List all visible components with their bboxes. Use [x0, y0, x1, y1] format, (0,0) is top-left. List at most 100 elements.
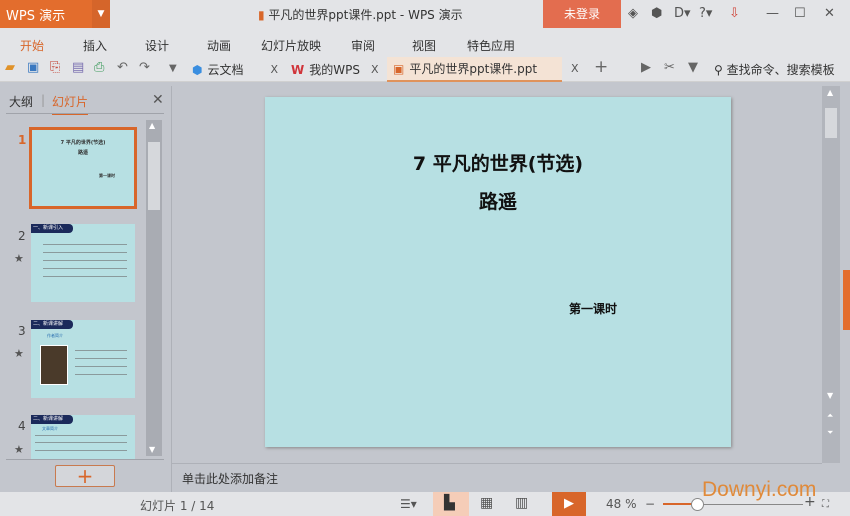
menu-design[interactable]: 设计	[145, 37, 169, 54]
skin-icon[interactable]: ◈	[628, 6, 638, 21]
close-tab-icon[interactable]: X	[371, 63, 379, 76]
thumb-subtitle: 文章简介	[42, 426, 58, 431]
scroll-thumb[interactable]	[148, 142, 160, 210]
help-icon[interactable]: ?▾	[699, 6, 712, 21]
slide-canvas[interactable]: 7 平凡的世界(节选) 路遥 第一课时	[265, 97, 731, 447]
save-icon[interactable]: ▣	[27, 60, 39, 75]
export-pdf-icon[interactable]: ⎘	[50, 60, 60, 75]
menu-review[interactable]: 审阅	[351, 37, 375, 54]
thumb-header: 二、新课讲解	[31, 320, 73, 329]
cloud-icon: ⬢	[192, 62, 203, 77]
thumb-header: 二、新课讲解	[31, 415, 73, 424]
close-tab-icon[interactable]: X	[571, 62, 579, 75]
zoom-out-icon[interactable]: −	[645, 497, 655, 511]
close-panel-icon[interactable]: ✕	[152, 92, 164, 108]
add-slide-button[interactable]: +	[55, 465, 115, 487]
slide-sorter-icon[interactable]: ▦	[480, 495, 493, 511]
settings-icon[interactable]: ⬢	[651, 6, 662, 21]
scroll-up-icon[interactable]: ▲	[827, 88, 833, 97]
scroll-thumb[interactable]	[825, 108, 837, 138]
tab-label: 云文档	[207, 63, 244, 77]
chevron-down-icon[interactable]: ▼	[92, 0, 110, 28]
scroll-up-icon[interactable]: ▲	[149, 121, 155, 130]
window-title: ▮ 平凡的世界ppt课件.ppt - WPS 演示	[258, 6, 463, 23]
tab-my-wps[interactable]: W 我的WPS X	[285, 57, 385, 82]
search-icon: ⚲	[714, 63, 727, 77]
close-icon[interactable]: ✕	[824, 6, 835, 21]
menu-slideshow[interactable]: 幻灯片放映	[261, 37, 321, 54]
menu-special[interactable]: 特色应用	[467, 37, 515, 54]
menu-insert[interactable]: 插入	[83, 37, 107, 54]
thumb-lesson: 第一课时	[99, 173, 115, 178]
slide-thumb-3[interactable]: 二、新课讲解 作者简介	[31, 320, 135, 398]
notes-toggle-icon[interactable]: ☰▾	[400, 497, 417, 511]
thumb-title: 7 平凡的世界(节选)	[60, 140, 106, 146]
more-dropdown-icon[interactable]: ▼	[169, 63, 177, 74]
slide-counter: 幻灯片 1 / 14	[140, 499, 215, 513]
tab-slides[interactable]: 幻灯片	[52, 93, 89, 115]
minimize-icon[interactable]: —	[766, 6, 779, 21]
zoom-level: 48 %	[606, 497, 637, 511]
thumbs-scrollbar[interactable]: ▲ ▼	[146, 120, 162, 456]
prev-slide-icon[interactable]: ⏶	[827, 411, 833, 421]
slide-lesson[interactable]: 第一课时	[569, 300, 617, 317]
scroll-down-icon[interactable]: ▼	[827, 391, 833, 400]
wps-menu-button[interactable]: WPS 演示 ▼	[0, 0, 110, 28]
slide-author[interactable]: 路遥	[265, 187, 731, 214]
ppt-file-icon: ▮	[258, 8, 269, 22]
reading-view-icon[interactable]: ▥	[515, 495, 528, 511]
watermark: Downyi.com	[702, 478, 817, 501]
feedback-icon[interactable]: D▾	[674, 6, 691, 21]
maximize-icon[interactable]: ☐	[794, 6, 806, 21]
print-icon[interactable]: ▤	[72, 60, 84, 75]
slide-thumb-4[interactable]: 二、新课讲解 文章简介	[31, 415, 135, 459]
divider	[6, 113, 164, 114]
animation-star-icon: ★	[14, 347, 24, 360]
notes-placeholder: 单击此处添加备注	[182, 472, 279, 486]
wps-icon: W	[291, 62, 305, 77]
next-slide-icon[interactable]: ⏷	[827, 428, 833, 438]
search-label: 查找命令、搜索模板	[726, 63, 835, 77]
ppt-icon: ▣	[393, 61, 405, 76]
tab-cloud-docs[interactable]: ⬢ 云文档 X	[186, 57, 284, 82]
print-preview-icon[interactable]: ⎙	[94, 60, 104, 75]
close-tab-icon[interactable]: X	[271, 63, 279, 76]
tab-label: 平凡的世界ppt课件.ppt	[409, 62, 538, 76]
tools-icon[interactable]: ✂	[664, 60, 675, 75]
present-icon[interactable]: ▶	[641, 60, 651, 75]
new-tab-icon[interactable]: +	[594, 57, 608, 77]
login-button[interactable]: 未登录	[543, 0, 621, 28]
menu-view[interactable]: 视图	[412, 37, 436, 54]
download-icon[interactable]: ⇩	[729, 6, 740, 21]
search-command[interactable]: ⚲ 查找命令、搜索模板	[714, 61, 835, 78]
animation-star-icon: ★	[14, 252, 24, 265]
author-photo	[40, 345, 68, 385]
thumb-header: 一、新课引入	[31, 224, 73, 233]
share-icon[interactable]: ▼	[688, 60, 698, 75]
menu-animation[interactable]: 动画	[207, 37, 231, 54]
slide-thumb-2[interactable]: 一、新课引入	[31, 224, 135, 302]
tab-label: 我的WPS	[309, 63, 360, 77]
scroll-down-icon[interactable]: ▼	[149, 445, 155, 454]
redo-icon[interactable]: ↷	[139, 60, 150, 75]
open-icon[interactable]: ▰	[5, 60, 15, 75]
slide-scrollbar[interactable]: ▲ ▼ ⏶ ⏷	[822, 86, 840, 463]
tab-outline[interactable]: 大纲	[9, 93, 33, 110]
slide-number: 3	[18, 324, 26, 338]
side-panel-toggle[interactable]	[843, 270, 850, 330]
slide-title[interactable]: 7 平凡的世界(节选)	[265, 149, 731, 176]
window-title-text: 平凡的世界ppt课件.ppt - WPS 演示	[268, 8, 463, 22]
tab-divider: |	[41, 93, 46, 107]
animation-star-icon: ★	[14, 443, 24, 456]
slide-thumb-1[interactable]: 7 平凡的世界(节选) 路遥 第一课时	[29, 127, 137, 209]
undo-icon[interactable]: ↶	[117, 60, 128, 75]
tab-document[interactable]: ▣ 平凡的世界ppt课件.ppt	[387, 57, 562, 82]
normal-view-button[interactable]: ▙	[433, 492, 469, 516]
thumb-subtitle: 作者简介	[47, 333, 63, 338]
app-logo: WPS 演示	[6, 8, 66, 24]
play-icon: ▶	[564, 496, 574, 511]
menu-home[interactable]: 开始	[20, 37, 44, 54]
thumb-author: 路遥	[77, 150, 88, 156]
play-slideshow-button[interactable]: ▶	[552, 492, 586, 516]
fit-window-icon[interactable]: ⛶	[822, 499, 829, 510]
